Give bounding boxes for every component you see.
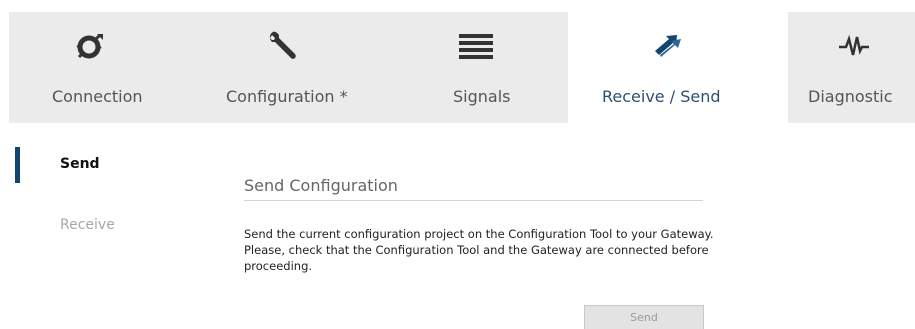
tab-label: Connection bbox=[52, 87, 143, 106]
tab-connection[interactable]: Connection bbox=[9, 12, 183, 123]
list-icon bbox=[459, 30, 493, 62]
description-line: Please, check that the Configuration Too… bbox=[244, 243, 709, 257]
description-line: proceeding. bbox=[244, 259, 313, 273]
tab-configuration[interactable]: Configuration * bbox=[183, 12, 389, 123]
description-line: Send the current configuration project o… bbox=[244, 227, 714, 241]
transfer-arrows-icon bbox=[647, 30, 687, 62]
sidenav-item-receive[interactable]: Receive bbox=[60, 217, 115, 233]
tab-receive-send[interactable]: Receive / Send bbox=[568, 12, 788, 123]
tab-label: Receive / Send bbox=[602, 87, 721, 106]
description: Send the current configuration project o… bbox=[244, 226, 804, 274]
tab-label: Signals bbox=[453, 87, 511, 106]
divider bbox=[244, 200, 703, 201]
connection-plug-icon bbox=[75, 30, 107, 62]
send-button[interactable]: Send bbox=[584, 305, 704, 329]
tab-signals[interactable]: Signals bbox=[389, 12, 568, 123]
section-title: Send Configuration bbox=[244, 176, 398, 195]
active-indicator bbox=[15, 147, 20, 183]
tab-bar: Connection Configuration * Signals Recei… bbox=[9, 12, 915, 123]
tab-diagnostic[interactable]: Diagnostic bbox=[788, 12, 915, 123]
wrench-icon bbox=[266, 30, 298, 62]
sidenav-item-send[interactable]: Send bbox=[60, 156, 100, 172]
pulse-icon bbox=[839, 30, 869, 62]
tab-label: Configuration * bbox=[226, 87, 348, 106]
tab-label: Diagnostic bbox=[808, 87, 893, 106]
